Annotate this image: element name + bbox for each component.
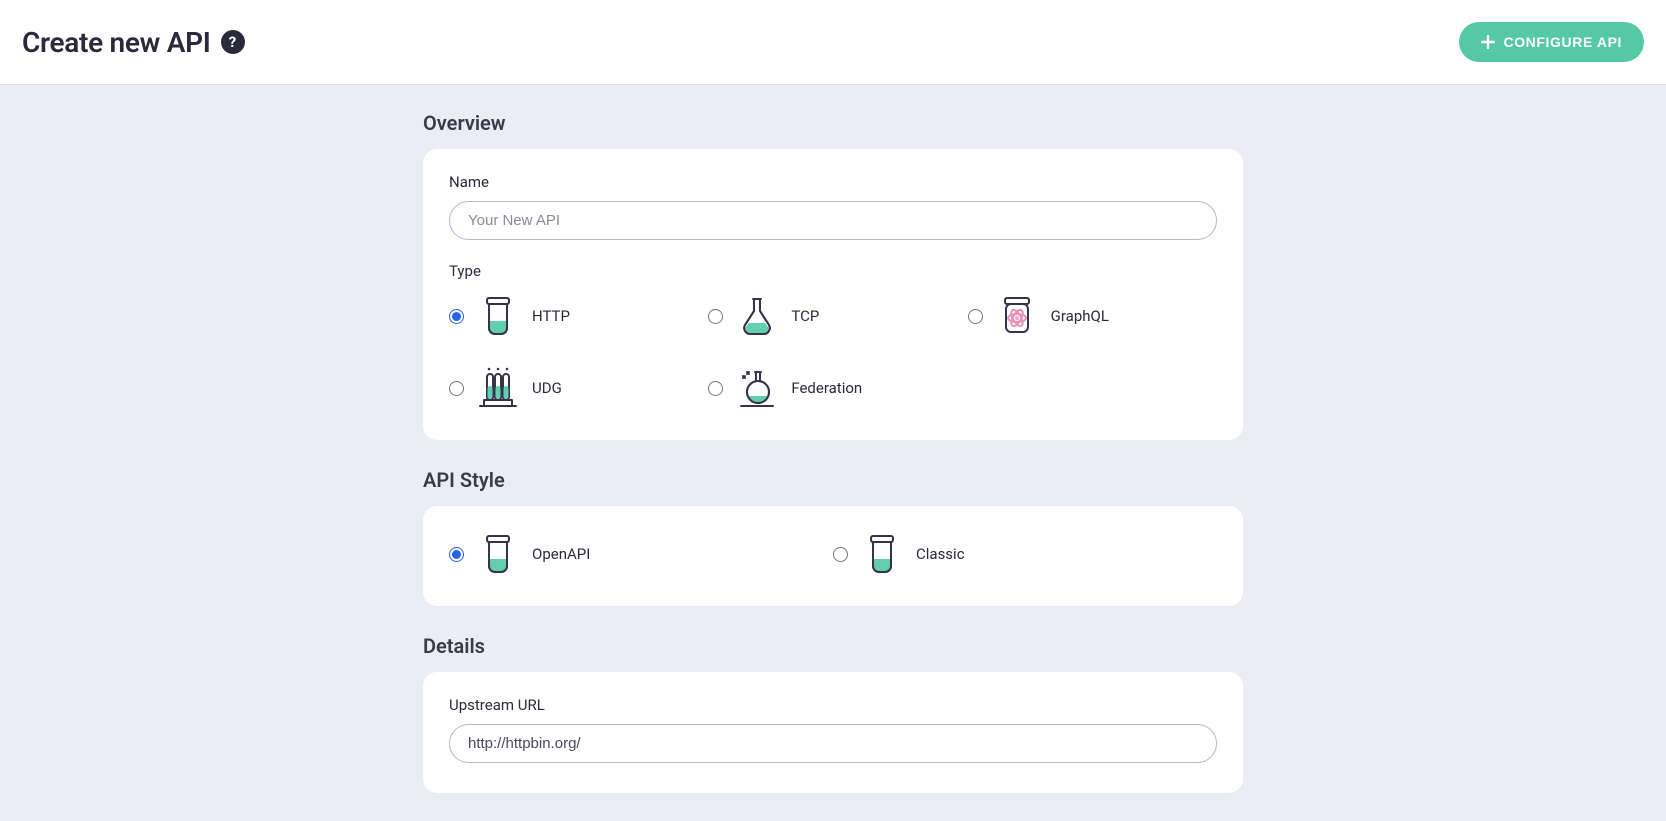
round-flask-icon (735, 366, 779, 410)
configure-api-label: CONFIGURE API (1503, 34, 1622, 50)
type-label-graphql: GraphQL (1051, 307, 1109, 325)
type-label: Type (449, 262, 1217, 280)
type-radio-federation[interactable] (708, 381, 723, 396)
style-label-openapi: OpenAPI (532, 545, 590, 563)
style-radio-openapi[interactable] (449, 547, 464, 562)
section-title-details: Details (423, 634, 1243, 658)
page-title: Create new API (22, 26, 211, 59)
style-grid: OpenAPI Classic (449, 532, 1217, 576)
type-label-udg: UDG (532, 379, 562, 397)
name-input[interactable] (449, 201, 1217, 240)
type-radio-udg[interactable] (449, 381, 464, 396)
title-wrap: Create new API ? (22, 26, 245, 59)
upstream-url-label: Upstream URL (449, 696, 1217, 714)
type-option-federation[interactable]: Federation (708, 366, 957, 410)
type-option-udg[interactable]: UDG (449, 366, 698, 410)
overview-card: Name Type HTTP (423, 149, 1243, 440)
type-option-graphql[interactable]: GraphQL (968, 294, 1217, 338)
beaker-icon (860, 532, 904, 576)
type-option-http[interactable]: HTTP (449, 294, 698, 338)
beaker-icon (476, 532, 520, 576)
content-area: Overview Name Type (0, 85, 1666, 821)
configure-api-button[interactable]: CONFIGURE API (1459, 22, 1644, 62)
section-title-overview: Overview (423, 111, 1243, 135)
jar-atom-icon (995, 294, 1039, 338)
api-style-card: OpenAPI Classic (423, 506, 1243, 606)
help-icon[interactable]: ? (221, 30, 245, 54)
flask-icon (735, 294, 779, 338)
details-card: Upstream URL (423, 672, 1243, 793)
type-grid: HTTP TCP (449, 294, 1217, 410)
type-radio-http[interactable] (449, 309, 464, 324)
style-label-classic: Classic (916, 545, 965, 563)
name-label: Name (449, 173, 1217, 191)
type-radio-graphql[interactable] (968, 309, 983, 324)
type-label-tcp: TCP (791, 307, 819, 325)
type-label-federation: Federation (791, 379, 862, 397)
type-radio-tcp[interactable] (708, 309, 723, 324)
section-title-api-style: API Style (423, 468, 1243, 492)
plus-icon (1481, 35, 1495, 49)
beaker-icon (476, 294, 520, 338)
test-tubes-icon (476, 366, 520, 410)
style-radio-classic[interactable] (833, 547, 848, 562)
upstream-url-input[interactable] (449, 724, 1217, 763)
header-bar: Create new API ? CONFIGURE API (0, 0, 1666, 85)
style-option-openapi[interactable]: OpenAPI (449, 532, 833, 576)
form-column: Overview Name Type (423, 111, 1243, 821)
type-option-tcp[interactable]: TCP (708, 294, 957, 338)
style-option-classic[interactable]: Classic (833, 532, 1217, 576)
type-label-http: HTTP (532, 307, 570, 325)
